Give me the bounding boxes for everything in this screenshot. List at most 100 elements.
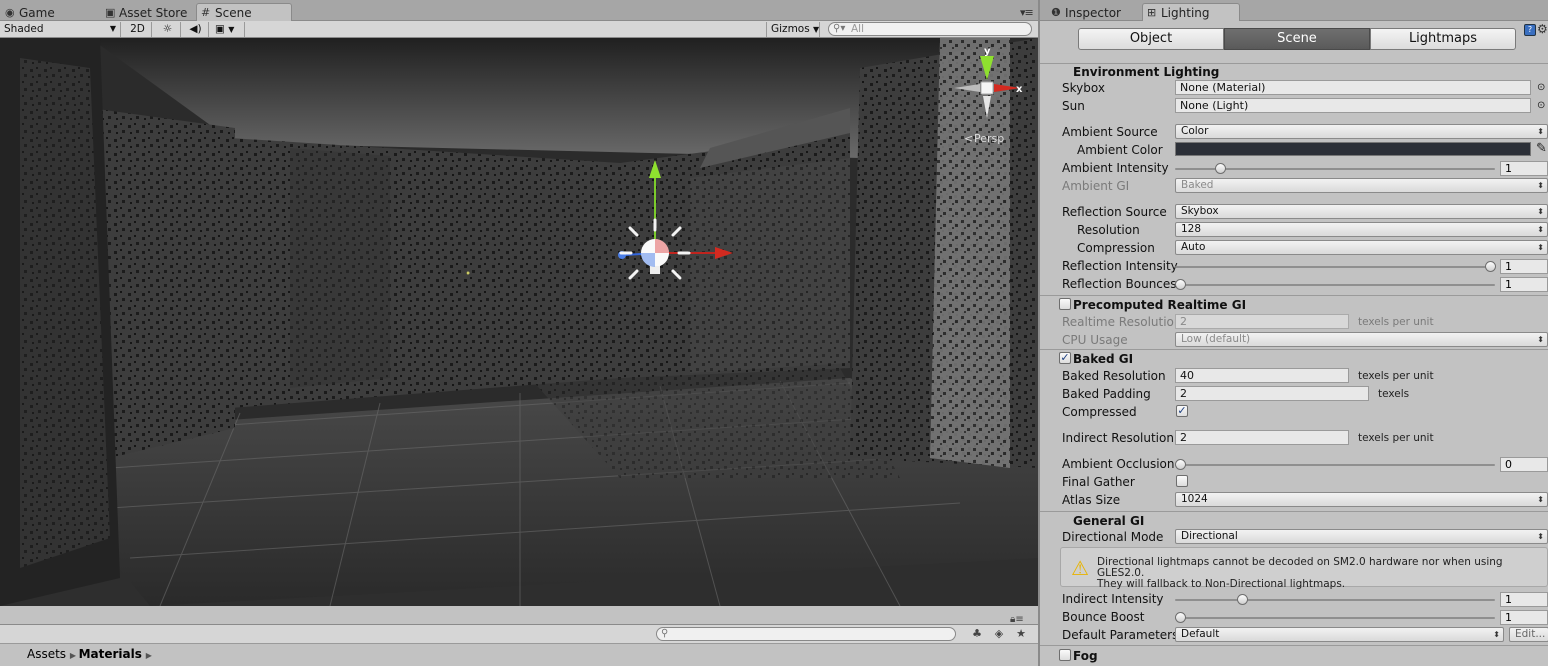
light-gizmo[interactable] — [600, 158, 740, 288]
slider-knob[interactable] — [1175, 459, 1186, 470]
segment-lightmaps[interactable]: Lightmaps — [1370, 28, 1516, 50]
gizmo-z-cone-icon[interactable] — [983, 96, 991, 118]
ambient-source-dropdown[interactable]: Color ⬍ — [1175, 124, 1548, 139]
filter-by-label-icon[interactable]: ◈ — [990, 627, 1008, 642]
indirect-intensity-slider[interactable] — [1175, 593, 1495, 606]
final-gather-label: Final Gather — [1062, 475, 1135, 489]
baked-resolution-input[interactable]: 40 — [1175, 368, 1349, 383]
baked-padding-input[interactable]: 2 — [1175, 386, 1369, 401]
dropdown-arrows-icon: ⬍ — [1537, 181, 1544, 190]
scene-viewport[interactable]: y x < Persp — [0, 38, 1038, 606]
slider-knob[interactable] — [1237, 594, 1248, 605]
slider-knob[interactable] — [1175, 279, 1186, 290]
toggle-2d-button[interactable]: 2D — [124, 22, 152, 37]
reflection-intensity-input[interactable]: 1 — [1500, 259, 1548, 274]
indirect-intensity-input[interactable]: 1 — [1500, 592, 1548, 607]
default-parameters-dropdown[interactable]: Default ⬍ — [1175, 627, 1504, 642]
section-divider — [1040, 645, 1548, 646]
baked-padding-label: Baked Padding — [1062, 387, 1151, 401]
baked-gi-checkbox[interactable]: ✓ — [1059, 352, 1071, 364]
section-divider — [1040, 349, 1548, 350]
object-picker-icon[interactable]: ⊙ — [1537, 82, 1545, 93]
ambient-gi-label: Ambient GI — [1062, 179, 1130, 193]
fog-checkbox[interactable] — [1059, 649, 1071, 661]
orientation-gizmo[interactable]: y x < Persp — [950, 44, 1030, 154]
skybox-label: Skybox — [1062, 81, 1105, 95]
settings-gear-icon[interactable]: ⚙ — [1537, 22, 1548, 36]
segment-object[interactable]: Object — [1078, 28, 1224, 50]
reflection-source-dropdown[interactable]: Skybox ⬍ — [1175, 204, 1548, 219]
tab-scene[interactable]: # Scene — [196, 3, 292, 21]
ambient-intensity-input[interactable]: 1 — [1500, 161, 1548, 176]
warning-icon: ⚠ — [1071, 556, 1089, 580]
project-toolbar: ⚲ ♣ ◈ ★ — [0, 624, 1038, 644]
chevron-right-icon: ▶ — [69, 651, 79, 660]
directional-mode-label: Directional Mode — [1062, 530, 1164, 544]
indirect-intensity-label: Indirect Intensity — [1062, 592, 1164, 606]
gizmo-center-cube-icon[interactable] — [980, 81, 994, 95]
filter-by-type-icon[interactable]: ♣ — [968, 627, 986, 642]
gizmo-y-cone-icon[interactable] — [980, 56, 994, 80]
realtime-gi-checkbox[interactable] — [1059, 298, 1071, 310]
scene-effects-dropdown[interactable]: ▣ ▼ — [211, 22, 245, 37]
sun-label: Sun — [1062, 99, 1085, 113]
baked-resolution-unit: texels per unit — [1358, 370, 1434, 382]
x-axis-arrow-icon[interactable] — [715, 247, 733, 259]
reflection-bounces-slider[interactable] — [1175, 278, 1495, 291]
shading-mode-dropdown[interactable]: Shaded ▼ — [0, 22, 121, 37]
ambient-occlusion-input[interactable]: 0 — [1500, 457, 1548, 472]
atlas-size-dropdown[interactable]: 1024 ⬍ — [1175, 492, 1548, 507]
skybox-field[interactable]: None (Material) — [1175, 80, 1531, 95]
breadcrumb: Assets ▶ Materials ▶ — [0, 644, 1038, 666]
tab-inspector[interactable]: ❶ Inspector — [1046, 3, 1130, 21]
gizmo-chevron-icon: < — [964, 132, 973, 145]
object-picker-icon[interactable]: ⊙ — [1537, 100, 1545, 111]
slider-knob[interactable] — [1175, 612, 1186, 623]
final-gather-checkbox[interactable] — [1176, 475, 1188, 487]
gizmo-neg-x-cone-icon[interactable] — [954, 84, 980, 92]
indirect-resolution-input[interactable]: 2 — [1175, 430, 1349, 445]
ambient-gi-dropdown: Baked ⬍ — [1175, 178, 1548, 193]
dropdown-arrows-icon: ⬍ — [1537, 207, 1544, 216]
scene-search-input[interactable]: ⚲▾ All — [828, 22, 1032, 36]
ambient-color-label: Ambient Color — [1077, 143, 1163, 157]
slider-knob[interactable] — [1485, 261, 1496, 272]
scene-audio-toggle[interactable]: ◀) — [183, 22, 209, 37]
slider-knob[interactable] — [1215, 163, 1227, 174]
realtime-resolution-unit: texels per unit — [1358, 316, 1434, 328]
segment-scene[interactable]: Scene — [1224, 28, 1370, 50]
bounce-boost-slider[interactable] — [1175, 611, 1495, 624]
sun-field[interactable]: None (Light) — [1175, 98, 1531, 113]
directional-mode-dropdown[interactable]: Directional ⬍ — [1175, 529, 1548, 544]
compression-dropdown[interactable]: Auto ⬍ — [1175, 240, 1548, 255]
tab-lighting[interactable]: ⊞ Lighting — [1142, 3, 1240, 21]
breadcrumb-materials[interactable]: Materials — [79, 647, 142, 661]
bounce-boost-input[interactable]: 1 — [1500, 610, 1548, 625]
projection-label[interactable]: Persp — [974, 132, 1004, 145]
panel-menu-icon[interactable]: ▾≡ — [1020, 6, 1034, 19]
reflection-source-label: Reflection Source — [1062, 205, 1167, 219]
ambient-intensity-slider[interactable] — [1175, 162, 1495, 175]
gizmo-x-label: x — [1016, 84, 1023, 95]
resolution-dropdown[interactable]: 128 ⬍ — [1175, 222, 1548, 237]
edit-parameters-button[interactable]: Edit... — [1509, 627, 1548, 642]
reflection-bounces-input[interactable]: 1 — [1500, 277, 1548, 292]
reflection-intensity-slider[interactable] — [1175, 260, 1496, 273]
help-icon[interactable]: ? — [1524, 24, 1536, 36]
gizmo-y-label: y — [984, 46, 991, 57]
chevron-right-icon: ▶ — [145, 651, 152, 660]
atlas-size-label: Atlas Size — [1062, 493, 1121, 507]
ambient-color-swatch[interactable] — [1175, 142, 1531, 156]
tab-game[interactable]: ◉ Game — [0, 3, 64, 21]
y-axis-arrow-icon[interactable] — [649, 160, 661, 178]
breadcrumb-assets[interactable]: Assets — [27, 647, 66, 661]
ambient-occlusion-slider[interactable] — [1175, 458, 1495, 471]
eyedropper-icon[interactable]: ✎ — [1536, 141, 1547, 156]
tab-asset-store[interactable]: ▣ Asset Store — [100, 3, 196, 21]
search-icon: ⚲▾ — [833, 23, 846, 34]
scene-lighting-toggle[interactable]: ☼ — [155, 22, 181, 37]
favorite-star-icon[interactable]: ★ — [1012, 627, 1030, 642]
compressed-checkbox[interactable]: ✓ — [1176, 405, 1188, 417]
gizmos-dropdown[interactable]: Gizmos ▼ — [766, 22, 820, 37]
project-search-input[interactable]: ⚲ — [656, 627, 956, 641]
